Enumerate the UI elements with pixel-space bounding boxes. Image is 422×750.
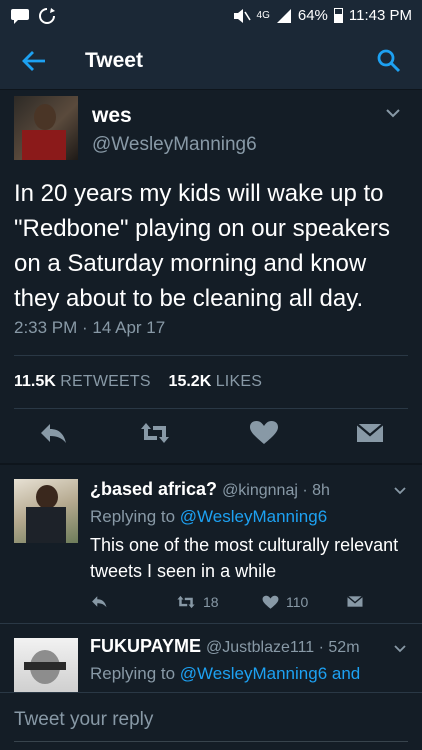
search-icon[interactable] [376,48,402,74]
replying-to-label: Replying to [90,664,176,683]
divider [14,355,408,356]
page-title: Tweet [85,49,143,72]
retweet-icon[interactable] [140,420,170,446]
tweet-stats: 11.5K RETWEETS 15.2K LIKES [14,373,262,391]
retweet-icon[interactable] [176,594,196,610]
network-type: 4G [256,10,270,21]
signal-icon [276,8,291,23]
chevron-down-icon[interactable] [386,108,400,118]
retweets-label[interactable]: RETWEETS [60,373,151,390]
tweet-timestamp: 2:33 PM · 14 Apr 17 [14,318,166,337]
author-handle[interactable]: @WesleyManning6 [92,134,257,156]
chevron-down-icon[interactable] [394,644,406,653]
tweet-actions [0,420,422,452]
mute-icon [233,8,251,23]
direct-message-icon[interactable] [346,594,364,609]
status-bar: 4G 64% 11:43 PM [0,0,422,32]
tweet-text: In 20 years my kids will wake up to "Red… [14,180,390,312]
replying-to: Replying to @WesleyManning6 and [90,664,360,684]
reply-composer[interactable]: Tweet your reply [0,692,422,750]
reply-icon[interactable] [90,594,108,609]
reply-author[interactable]: FUKUPAYME @Justblaze111 · 52m [90,636,360,657]
reply-author-handle[interactable]: @Justblaze111 · 52m [206,639,360,656]
battery-icon [333,8,343,23]
retweets-count[interactable]: 11.5K [14,373,56,390]
message-notification-icon [11,9,29,24]
avatar[interactable] [14,479,78,543]
retweet-count: 18 [203,594,219,610]
sync-notification-icon [39,8,55,24]
input-underline [14,741,408,742]
likes-label[interactable]: LIKES [216,373,262,390]
reply-text: This one of the most culturally relevant… [90,535,399,581]
avatar[interactable] [14,96,78,160]
divider [14,408,408,409]
back-arrow-icon[interactable] [20,47,48,75]
replying-to-label: Replying to [90,507,176,526]
app-bar: Tweet [0,32,422,90]
like-count: 110 [286,594,309,610]
chevron-down-icon[interactable] [394,486,406,495]
mention-link[interactable]: @WesleyManning6 [180,507,327,526]
clock: 11:43 PM [348,7,412,24]
heart-icon[interactable] [262,595,279,610]
reply-icon[interactable] [38,420,68,446]
direct-message-icon[interactable] [355,420,385,446]
heart-icon[interactable] [249,420,279,446]
reply-author-name[interactable]: ¿based africa? [90,479,217,499]
reply-actions: 18 110 [90,594,380,614]
reply-author[interactable]: ¿based africa? @kingnnaj · 8h [90,479,330,500]
reply-author-name[interactable]: FUKUPAYME [90,636,201,656]
avatar[interactable] [14,638,78,692]
reply-input[interactable]: Tweet your reply [14,709,153,731]
replying-to: Replying to @WesleyManning6 [90,507,327,527]
battery-percent: 64% [297,7,328,24]
reply-tweet[interactable]: FUKUPAYME @Justblaze111 · 52m Replying t… [0,624,422,692]
reply-tweet[interactable]: ¿based africa? @kingnnaj · 8h Replying t… [0,465,422,623]
author-name[interactable]: wes [92,104,132,128]
reply-author-handle[interactable]: @kingnnaj · 8h [222,482,330,499]
mention-link[interactable]: @WesleyManning6 and [180,664,360,683]
likes-count[interactable]: 15.2K [169,373,212,390]
